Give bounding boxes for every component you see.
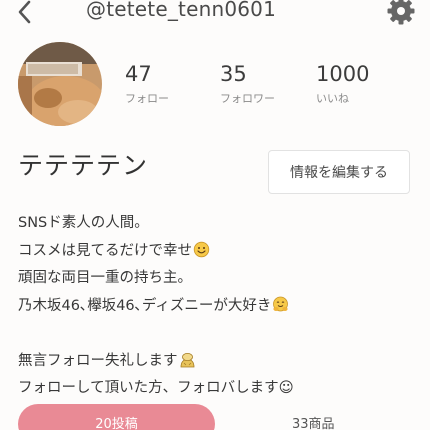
top-bar: @tetete_tenn0601 bbox=[0, 0, 430, 28]
smiling-face-icon bbox=[193, 241, 210, 258]
bio-text: 無言フォロー失礼します bbox=[18, 352, 178, 369]
bio-line: フォローして頂いた方、フォロバします☺ bbox=[18, 375, 418, 403]
chevron-left-icon bbox=[12, 0, 38, 30]
bio-text: フォローして頂いた方、フォロバします☺ bbox=[18, 380, 294, 396]
bio-text: SNSド素人の人間。 bbox=[18, 215, 149, 231]
hugging-face-icon bbox=[272, 296, 289, 313]
followers-label: フォロワー bbox=[220, 92, 275, 105]
following-count: 47 bbox=[125, 62, 152, 86]
bio-line: 無言フォロー失礼します bbox=[18, 348, 418, 376]
display-name: テテテテン bbox=[18, 151, 149, 180]
likes-label: いいね bbox=[316, 92, 349, 105]
stat-likes[interactable]: 1000 いいね bbox=[316, 60, 369, 106]
bio-line: 乃木坂46､欅坂46､ディズニーが大好き bbox=[18, 293, 418, 321]
tab-posts[interactable]: 20投稿 bbox=[18, 404, 215, 430]
tab-items[interactable]: 33商品 bbox=[292, 413, 335, 430]
bio-spacer bbox=[18, 320, 418, 348]
bio-line: SNSド素人の人間。 bbox=[18, 210, 418, 238]
avatar[interactable] bbox=[18, 42, 102, 126]
settings-button[interactable] bbox=[386, 0, 416, 26]
profile-username: @tetete_tenn0601 bbox=[86, 0, 277, 21]
bowing-person-icon bbox=[179, 351, 196, 368]
bio-text: コスメは見てるだけで幸せ bbox=[18, 242, 192, 259]
bio-text: 頑固な両目一重の持ち主。 bbox=[18, 270, 192, 286]
bio-text: 乃木坂46､欅坂46､ディズニーが大好き bbox=[18, 297, 272, 314]
edit-profile-button[interactable]: 情報を編集する bbox=[268, 150, 410, 194]
likes-count: 1000 bbox=[316, 62, 370, 86]
back-button[interactable] bbox=[12, 0, 38, 26]
stat-following[interactable]: 47 フォロー bbox=[125, 60, 169, 106]
followers-count: 35 bbox=[220, 62, 247, 86]
bio-line: 頑固な両目一重の持ち主。 bbox=[18, 265, 418, 293]
bio: SNSド素人の人間。 コスメは見てるだけで幸せ 頑固な両目一重の持ち主。 乃木坂… bbox=[18, 210, 418, 403]
gear-icon bbox=[386, 0, 416, 30]
following-label: フォロー bbox=[125, 92, 169, 105]
bio-line: コスメは見てるだけで幸せ bbox=[18, 238, 418, 266]
stat-followers[interactable]: 35 フォロワー bbox=[220, 60, 275, 106]
